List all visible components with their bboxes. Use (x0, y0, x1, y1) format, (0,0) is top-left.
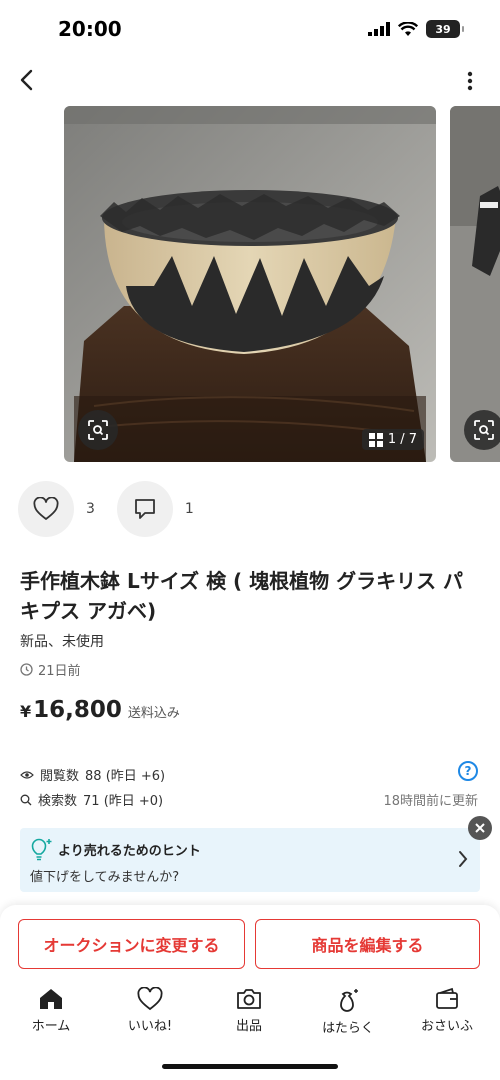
home-icon (40, 989, 62, 1009)
product-condition: 新品、未使用 (20, 634, 104, 650)
posted-time: 21日前 (20, 660, 81, 679)
image-search-button[interactable] (78, 410, 118, 450)
more-options-button[interactable] (460, 66, 480, 96)
updated-time: 18時間前に更新 (383, 794, 478, 809)
tab-sell-label: 出品 (235, 1019, 262, 1034)
wifi-icon (398, 21, 418, 36)
bag-icon (340, 989, 358, 1012)
product-photo[interactable]: 1 / 7 (64, 106, 436, 462)
price-amount: 16,800 (33, 697, 122, 723)
search-icon (20, 794, 32, 805)
heart-icon (33, 497, 59, 520)
tab-sell[interactable]: 出品 (209, 987, 289, 1034)
next-photo-thumbnail (450, 106, 500, 462)
searches-value: 71 (昨日 +0) (83, 794, 164, 809)
views-label: 閲覧数 (40, 769, 80, 784)
shipping-note: 送料込み (127, 706, 180, 721)
bottom-action-sheet: オークションに変更する 商品を編集する ホーム いいね! 出品 はたらく おさい… (0, 905, 500, 1080)
searches-label: 検索数 (38, 794, 78, 809)
help-button[interactable]: ? (458, 761, 478, 781)
chevron-left-icon (20, 69, 33, 91)
hint-title: より売れるためのヒント (58, 844, 201, 859)
image-search-button-next[interactable] (464, 410, 500, 450)
close-icon (475, 823, 485, 833)
like-count: 3 (86, 501, 95, 517)
home-indicator (162, 1064, 338, 1069)
tab-likes-label: いいね! (127, 1019, 173, 1034)
views-stat: 閲覧数 88 (昨日 +6) (20, 765, 165, 784)
edit-item-button[interactable]: 商品を編集する (255, 919, 480, 969)
lightbulb-icon (31, 838, 52, 861)
selling-hint-card[interactable]: より売れるためのヒント 値下げをしてみませんか? (20, 828, 480, 892)
price-currency: ¥ (20, 702, 32, 721)
tab-likes[interactable]: いいね! (110, 987, 190, 1034)
status-bar: 20:00 39 (0, 0, 500, 60)
action-row: 3 1 (18, 481, 194, 537)
comment-count: 1 (184, 501, 194, 517)
scan-search-icon (88, 420, 108, 440)
comment-button[interactable] (116, 481, 173, 537)
tab-work[interactable]: はたらく (308, 987, 388, 1036)
grid-icon (368, 432, 383, 447)
change-to-auction-button[interactable]: オークションに変更する (18, 919, 245, 969)
status-time: 20:00 (58, 17, 122, 41)
product-title: 手作植木鉢 Lサイズ 検 ( 塊根植物 グラキリス パキプス アガベ) (20, 569, 464, 623)
photo-counter-text: 1 / 7 (387, 432, 417, 447)
tab-wallet[interactable]: おさいふ (407, 987, 487, 1034)
photo-counter: 1 / 7 (361, 429, 424, 450)
like-button[interactable] (18, 481, 74, 537)
price: ¥ 16,800 送料込み (20, 697, 180, 723)
tab-work-label: はたらく (322, 1021, 374, 1036)
next-product-photo[interactable] (450, 106, 500, 462)
comment-icon (135, 499, 155, 519)
heart-icon (137, 987, 163, 1011)
eye-icon (20, 770, 34, 779)
signal-icon (368, 22, 390, 36)
tab-home-label: ホーム (31, 1019, 71, 1034)
hint-subtitle: 値下げをしてみませんか? (30, 870, 180, 885)
tab-wallet-label: おさいふ (420, 1019, 473, 1034)
chevron-right-icon (459, 851, 468, 867)
camera-icon (237, 989, 261, 1009)
status-icons: 39 (368, 20, 464, 38)
scan-search-icon (474, 420, 494, 440)
clock-icon (20, 663, 33, 676)
close-hint-button[interactable] (468, 816, 492, 840)
views-value: 88 (昨日 +6) (85, 769, 166, 784)
wallet-icon (436, 987, 458, 1009)
searches-stat: 検索数 71 (昨日 +0) (20, 790, 163, 809)
plant-pot-photo (64, 106, 436, 462)
battery-indicator: 39 (426, 20, 464, 38)
tab-home[interactable]: ホーム (11, 987, 91, 1034)
posted-time-text: 21日前 (38, 664, 81, 679)
more-vertical-icon (467, 71, 473, 91)
tab-bar: ホーム いいね! 出品 はたらく おさいふ (0, 987, 500, 1043)
back-button[interactable] (12, 64, 40, 96)
